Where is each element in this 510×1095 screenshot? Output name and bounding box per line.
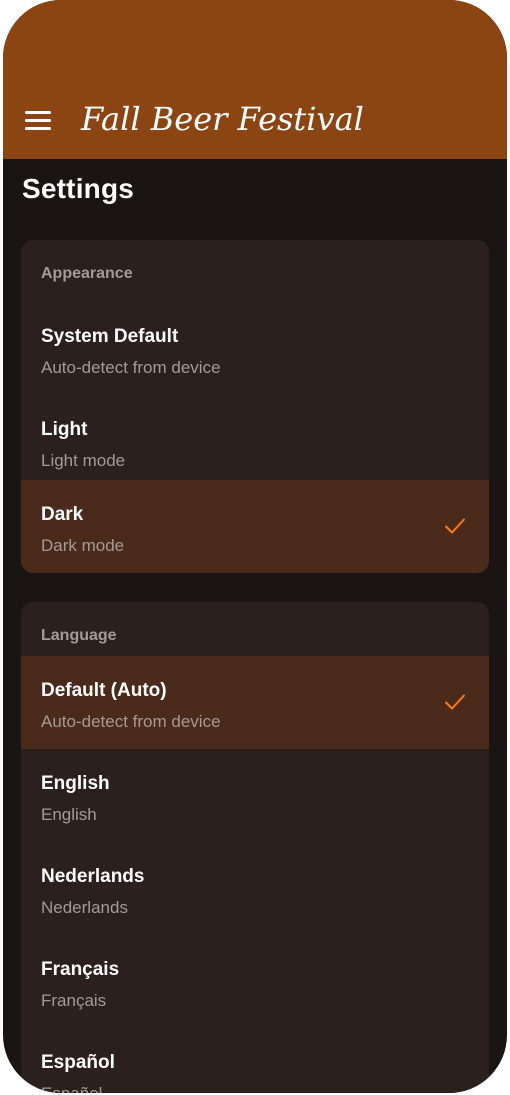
option-title: English: [41, 773, 110, 794]
option-subtitle: Dark mode: [41, 536, 125, 555]
option-subtitle: Français: [41, 991, 107, 1010]
option-subtitle: Nederlands: [41, 898, 128, 917]
hamburger-menu-icon[interactable]: [21, 104, 57, 136]
option-title: Default (Auto): [41, 680, 167, 701]
option-title: Français: [41, 959, 120, 980]
option-subtitle: Light mode: [41, 451, 126, 470]
festival-logo: Fall Beer Festival: [80, 100, 364, 138]
appearance-section-label: Appearance: [41, 265, 133, 282]
checkmark-icon: [445, 518, 465, 534]
appearance-card: Appearance System Default Auto-detect fr…: [21, 240, 489, 573]
appearance-option-system-default[interactable]: System Default Auto-detect from device: [21, 302, 489, 395]
appearance-option-light[interactable]: Light Light mode: [21, 395, 489, 488]
option-title: Español: [41, 1052, 115, 1073]
language-option-espanol[interactable]: Español Español: [21, 1028, 489, 1093]
option-title: Light: [41, 419, 88, 440]
option-subtitle: Auto-detect from device: [41, 358, 221, 377]
option-subtitle: English: [41, 805, 97, 824]
option-title: Dark: [41, 504, 84, 525]
language-section-label: Language: [41, 627, 117, 644]
logo-text: Fall Beer Festival: [80, 100, 364, 138]
language-card: Language Default (Auto) Auto-detect from…: [21, 602, 489, 1093]
phone-screen: Fall Beer Festival Settings Appearance S…: [3, 0, 507, 1093]
option-subtitle: Español: [41, 1084, 102, 1093]
checkmark-icon: [445, 694, 465, 710]
page-title: Settings: [22, 173, 135, 204]
language-option-english[interactable]: English English: [21, 749, 489, 842]
option-title: System Default: [41, 326, 179, 347]
language-option-default-auto[interactable]: Default (Auto) Auto-detect from device: [21, 656, 489, 749]
option-title: Nederlands: [41, 866, 145, 887]
language-option-francais[interactable]: Français Français: [21, 935, 489, 1028]
language-option-nederlands[interactable]: Nederlands Nederlands: [21, 842, 489, 935]
option-subtitle: Auto-detect from device: [41, 712, 221, 731]
appearance-option-dark[interactable]: Dark Dark mode: [21, 480, 489, 573]
app-bar: Fall Beer Festival: [3, 0, 507, 159]
